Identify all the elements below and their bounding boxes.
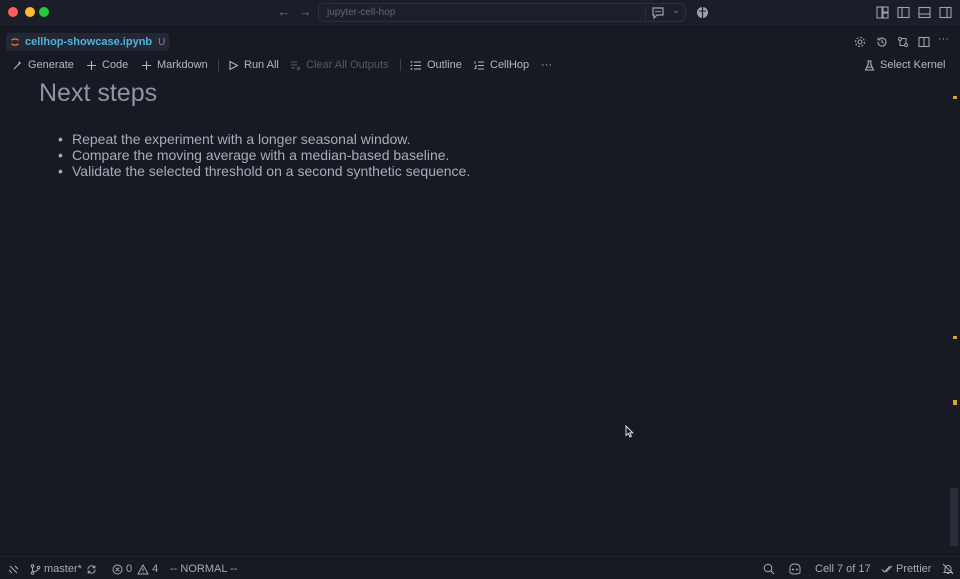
plus-icon xyxy=(141,60,152,71)
problems-button[interactable]: 0 4 xyxy=(112,562,158,576)
vim-mode-indicator: -- NORMAL -- xyxy=(170,562,237,576)
gear-icon[interactable] xyxy=(854,36,866,48)
window-minimize-button[interactable] xyxy=(25,7,35,17)
clear-all-outputs-button[interactable]: Clear All Outputs xyxy=(290,57,389,73)
run-all-button[interactable]: Run All xyxy=(228,57,279,73)
chevron-down-icon[interactable]: ⌄ xyxy=(672,5,680,16)
error-icon xyxy=(112,564,123,575)
zoom-icon[interactable] xyxy=(763,562,775,576)
run-all-label: Run All xyxy=(244,59,279,71)
notebook-content[interactable]: Next steps Repeat the experiment with a … xyxy=(0,75,948,550)
toggle-primary-sidebar-icon[interactable] xyxy=(897,6,910,19)
scrollbar-marker xyxy=(953,96,957,99)
vim-mode-label: -- NORMAL -- xyxy=(170,563,238,575)
prettier-label: Prettier xyxy=(896,563,932,575)
markdown-bullet-list: Repeat the experiment with a longer seas… xyxy=(58,131,470,179)
play-icon xyxy=(228,60,239,71)
numbered-list-icon xyxy=(474,60,485,71)
copilot-icon[interactable] xyxy=(696,6,709,19)
cellhop-button[interactable]: CellHop xyxy=(474,57,529,73)
notebook-toolbar: Generate Code Markdown Run All Clear All… xyxy=(0,55,960,75)
copilot-status-icon[interactable] xyxy=(788,562,802,576)
list-item: Repeat the experiment with a longer seas… xyxy=(58,131,470,147)
back-arrow-icon[interactable]: ← xyxy=(276,4,292,20)
warning-count: 4 xyxy=(152,563,159,575)
markdown-heading: Next steps xyxy=(39,79,158,107)
prettier-button[interactable]: Prettier xyxy=(881,562,931,576)
scrollbar-marker xyxy=(953,336,957,339)
editor-tab-strip: cellhop-showcase.ipynb U ··· xyxy=(0,28,960,55)
generate-label: Generate xyxy=(28,59,74,71)
chat-icon[interactable] xyxy=(651,6,665,19)
tab-modified-badge: U xyxy=(158,36,166,48)
toolbar-divider xyxy=(218,59,219,71)
git-branch-label: master* xyxy=(44,563,82,575)
scrollbar-marker xyxy=(953,400,957,405)
more-actions-icon[interactable]: ··· xyxy=(938,33,949,45)
title-bar: ← → jupyter-cell-hop ⌄ xyxy=(0,0,960,27)
window-close-button[interactable] xyxy=(8,7,18,17)
jupyter-icon xyxy=(10,37,20,47)
toolbar-divider xyxy=(400,59,401,71)
code-label: Code xyxy=(102,59,129,71)
compare-changes-icon[interactable] xyxy=(897,36,909,48)
command-center-search[interactable]: jupyter-cell-hop ⌄ xyxy=(318,3,686,22)
toolbar-more-button[interactable]: ··· xyxy=(541,57,552,73)
customize-layout-icon[interactable] xyxy=(876,6,889,19)
check-double-icon xyxy=(881,564,893,574)
plus-icon xyxy=(86,60,97,71)
add-markdown-cell-button[interactable]: Markdown xyxy=(141,57,208,73)
flask-icon xyxy=(864,59,875,71)
cell-position-label: Cell 7 of 17 xyxy=(815,563,871,575)
sync-icon[interactable] xyxy=(86,562,97,576)
markdown-label: Markdown xyxy=(157,59,208,71)
sparkle-icon xyxy=(12,60,23,71)
command-center-text: jupyter-cell-hop xyxy=(327,7,396,18)
git-branch-button[interactable]: master* xyxy=(30,562,82,576)
command-center-divider xyxy=(645,7,646,19)
tab-label: cellhop-showcase.ipynb xyxy=(25,36,153,48)
status-bar: master* 0 4 -- NORMAL -- Cell 7 of 17 Pr… xyxy=(0,556,960,579)
select-kernel-label: Select Kernel xyxy=(880,59,946,71)
remote-icon[interactable] xyxy=(8,562,19,576)
warning-icon xyxy=(137,563,149,575)
toolbar-more-label: ··· xyxy=(541,59,552,71)
forward-arrow-icon[interactable]: → xyxy=(297,4,313,20)
notifications-off-icon[interactable] xyxy=(942,562,954,576)
toggle-panel-icon[interactable] xyxy=(918,6,931,19)
error-count: 0 xyxy=(126,563,133,575)
cell-position-indicator[interactable]: Cell 7 of 17 xyxy=(815,562,871,576)
git-branch-icon xyxy=(30,563,41,575)
add-code-cell-button[interactable]: Code xyxy=(86,57,128,73)
scrollbar-thumb[interactable] xyxy=(950,488,958,546)
list-icon xyxy=(410,60,422,71)
outline-button[interactable]: Outline xyxy=(410,57,462,73)
tab-notebook[interactable]: cellhop-showcase.ipynb U xyxy=(6,33,170,51)
select-kernel-button[interactable]: Select Kernel xyxy=(864,57,945,73)
outline-label: Outline xyxy=(427,59,462,71)
split-editor-icon[interactable] xyxy=(918,36,930,48)
cellhop-label: CellHop xyxy=(490,59,530,71)
list-item: Compare the moving average with a median… xyxy=(58,147,470,163)
clear-all-outputs-label: Clear All Outputs xyxy=(306,59,389,71)
mouse-pointer-icon xyxy=(625,425,634,438)
list-item: Validate the selected threshold on a sec… xyxy=(58,163,470,179)
toggle-secondary-sidebar-icon[interactable] xyxy=(939,6,952,19)
history-icon[interactable] xyxy=(876,36,888,48)
generate-button[interactable]: Generate xyxy=(12,57,74,73)
clear-all-icon xyxy=(290,60,301,71)
vertical-scrollbar[interactable] xyxy=(948,75,960,550)
window-maximize-button[interactable] xyxy=(39,7,49,17)
